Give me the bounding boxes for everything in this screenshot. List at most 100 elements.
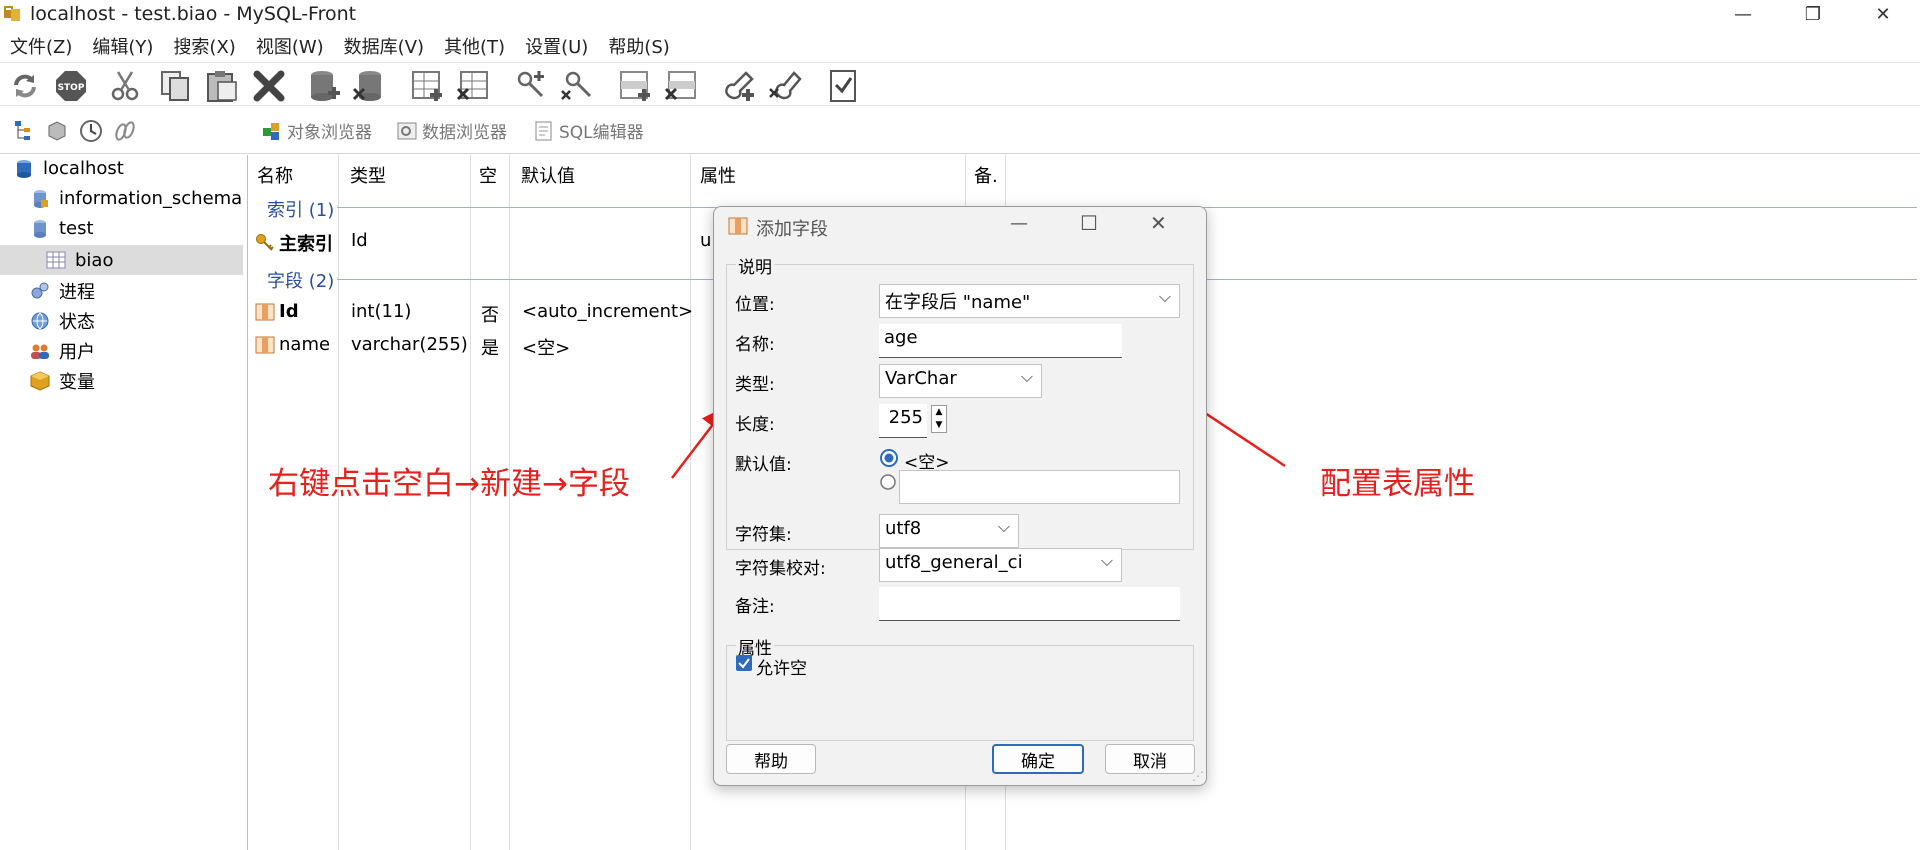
default-value-input[interactable] xyxy=(899,470,1180,504)
position-value: 在字段后 "name" xyxy=(885,292,1031,313)
column-header-null[interactable]: 空 xyxy=(479,162,497,188)
tab-sql-editor[interactable]: SQL编辑器 xyxy=(533,118,644,143)
tree-item-variables[interactable]: 变量 xyxy=(30,368,95,394)
table-add-icon[interactable] xyxy=(410,69,444,103)
close-button[interactable]: ✕ xyxy=(1848,0,1918,28)
default-label: 默认值: xyxy=(735,455,792,475)
annotation-left: 右键点击空白→新建→字段 xyxy=(268,466,630,502)
tree-item-label: information_schema xyxy=(59,188,243,209)
copy-icon[interactable] xyxy=(158,69,192,103)
checklist-icon[interactable] xyxy=(826,69,860,103)
cancel-button[interactable]: 取消 xyxy=(1105,744,1195,774)
comment-label: 备注: xyxy=(735,597,775,617)
field-null: 否 xyxy=(481,305,499,326)
stop-icon[interactable]: STOP xyxy=(54,69,88,103)
field-row[interactable]: Id xyxy=(255,301,299,322)
favorites-icon[interactable] xyxy=(44,118,70,144)
allow-null-checkbox[interactable] xyxy=(735,654,753,672)
name-input[interactable]: age xyxy=(879,324,1122,358)
tree-item-test[interactable]: test xyxy=(30,218,94,239)
key-add-icon[interactable] xyxy=(722,69,756,103)
default-custom-radio[interactable] xyxy=(879,473,897,491)
tree-item-label: localhost xyxy=(43,158,124,179)
chevron-down-icon: ⌵ xyxy=(1020,367,1033,386)
field-row[interactable]: name xyxy=(255,334,330,355)
tree-item-processes[interactable]: 进程 xyxy=(30,278,95,304)
column-header-comment[interactable]: 备. xyxy=(974,162,998,188)
menu-view[interactable]: 视图(W) xyxy=(246,31,334,61)
menu-database[interactable]: 数据库(V) xyxy=(334,31,434,61)
field-group-label[interactable]: 字段 (2) xyxy=(267,267,334,293)
resize-grip[interactable]: ⋰ xyxy=(1192,769,1204,783)
minimize-button[interactable]: — xyxy=(1708,0,1778,28)
tree-item-localhost[interactable]: localhost xyxy=(14,158,124,179)
paste-icon[interactable] xyxy=(205,69,239,103)
variables-icon xyxy=(30,371,50,391)
charset-label: 字符集: xyxy=(735,525,792,545)
column-header-default[interactable]: 默认值 xyxy=(521,162,575,188)
type-select[interactable]: VarChar ⌵ xyxy=(879,364,1042,398)
tab-data-browser[interactable]: 数据浏览器 xyxy=(396,118,507,143)
object-tree: localhost information_schema test biao 进… xyxy=(0,155,248,850)
view-bar: 对象浏览器 数据浏览器 SQL编辑器 xyxy=(0,108,1920,154)
menu-settings[interactable]: 设置(U) xyxy=(515,31,598,61)
collation-select[interactable]: utf8_general_ci ⌵ xyxy=(879,548,1122,582)
dialog-minimize-button[interactable]: — xyxy=(1010,213,1028,234)
database-add-icon[interactable] xyxy=(308,69,342,103)
database-delete-icon[interactable] xyxy=(352,69,386,103)
length-input[interactable]: 255 xyxy=(879,404,927,438)
history-icon[interactable] xyxy=(78,118,104,144)
column-header-type[interactable]: 类型 xyxy=(350,162,386,188)
annotation-right: 配置表属性 xyxy=(1320,466,1475,502)
cut-icon[interactable] xyxy=(108,69,142,103)
link-icon[interactable] xyxy=(112,118,138,144)
server-icon xyxy=(17,159,31,178)
tree-item-users[interactable]: 用户 xyxy=(30,338,95,364)
row-add-icon[interactable] xyxy=(618,69,652,103)
allow-null-label: 允许空 xyxy=(756,659,807,679)
delete-icon[interactable] xyxy=(252,69,286,103)
tree-item-status[interactable]: 状态 xyxy=(30,308,95,334)
index-row[interactable]: 主索引 xyxy=(255,230,333,256)
menu-edit[interactable]: 编辑(Y) xyxy=(82,31,163,61)
user-add-icon[interactable] xyxy=(514,69,548,103)
ok-button[interactable]: 确定 xyxy=(992,744,1084,774)
description-group-title: 说明 xyxy=(736,253,774,278)
charset-select[interactable]: utf8 ⌵ xyxy=(879,514,1019,548)
tab-object-browser[interactable]: 对象浏览器 xyxy=(261,118,372,143)
tree-item-biao[interactable]: biao xyxy=(0,245,243,275)
row-delete-icon[interactable] xyxy=(664,69,698,103)
tree-view-icon[interactable] xyxy=(12,118,38,144)
user-delete-icon[interactable] xyxy=(560,69,594,103)
window-title: localhost - test.biao - MySQL-Front xyxy=(30,3,357,25)
length-label: 长度: xyxy=(735,415,775,435)
menu-file[interactable]: 文件(Z) xyxy=(0,31,82,61)
dialog-maximize-button[interactable]: ☐ xyxy=(1080,211,1098,235)
key-delete-icon[interactable] xyxy=(768,69,802,103)
maximize-button[interactable]: ❐ xyxy=(1778,0,1848,28)
default-empty-radio[interactable] xyxy=(879,448,899,468)
help-button[interactable]: 帮助 xyxy=(726,744,816,774)
tree-item-label: 用户 xyxy=(59,342,95,363)
tab-object-browser-label: 对象浏览器 xyxy=(287,123,372,143)
menu-search[interactable]: 搜索(X) xyxy=(163,31,245,61)
position-select[interactable]: 在字段后 "name" ⌵ xyxy=(879,284,1180,318)
index-group-label[interactable]: 索引 (1) xyxy=(267,196,334,222)
menu-other[interactable]: 其他(T) xyxy=(434,31,515,61)
column-header-name[interactable]: 名称 xyxy=(257,162,293,188)
length-spinner[interactable]: ▲ ▼ xyxy=(931,405,947,433)
column-header-attributes[interactable]: 属性 xyxy=(700,162,736,188)
tree-item-information-schema[interactable]: information_schema xyxy=(30,188,242,209)
menu-help[interactable]: 帮助(S) xyxy=(598,31,679,61)
refresh-icon[interactable] xyxy=(8,69,42,103)
field-default: <auto_increment> xyxy=(522,301,694,322)
data-browser-icon xyxy=(397,122,417,139)
name-label: 名称: xyxy=(735,335,775,355)
comment-input[interactable] xyxy=(879,587,1180,621)
field-default: <空> xyxy=(522,338,571,359)
tab-sql-editor-label: SQL编辑器 xyxy=(559,123,644,143)
type-label: 类型: xyxy=(735,375,775,395)
dialog-field-icon xyxy=(728,217,748,235)
table-delete-icon[interactable] xyxy=(456,69,490,103)
dialog-close-button[interactable]: ✕ xyxy=(1150,211,1167,235)
